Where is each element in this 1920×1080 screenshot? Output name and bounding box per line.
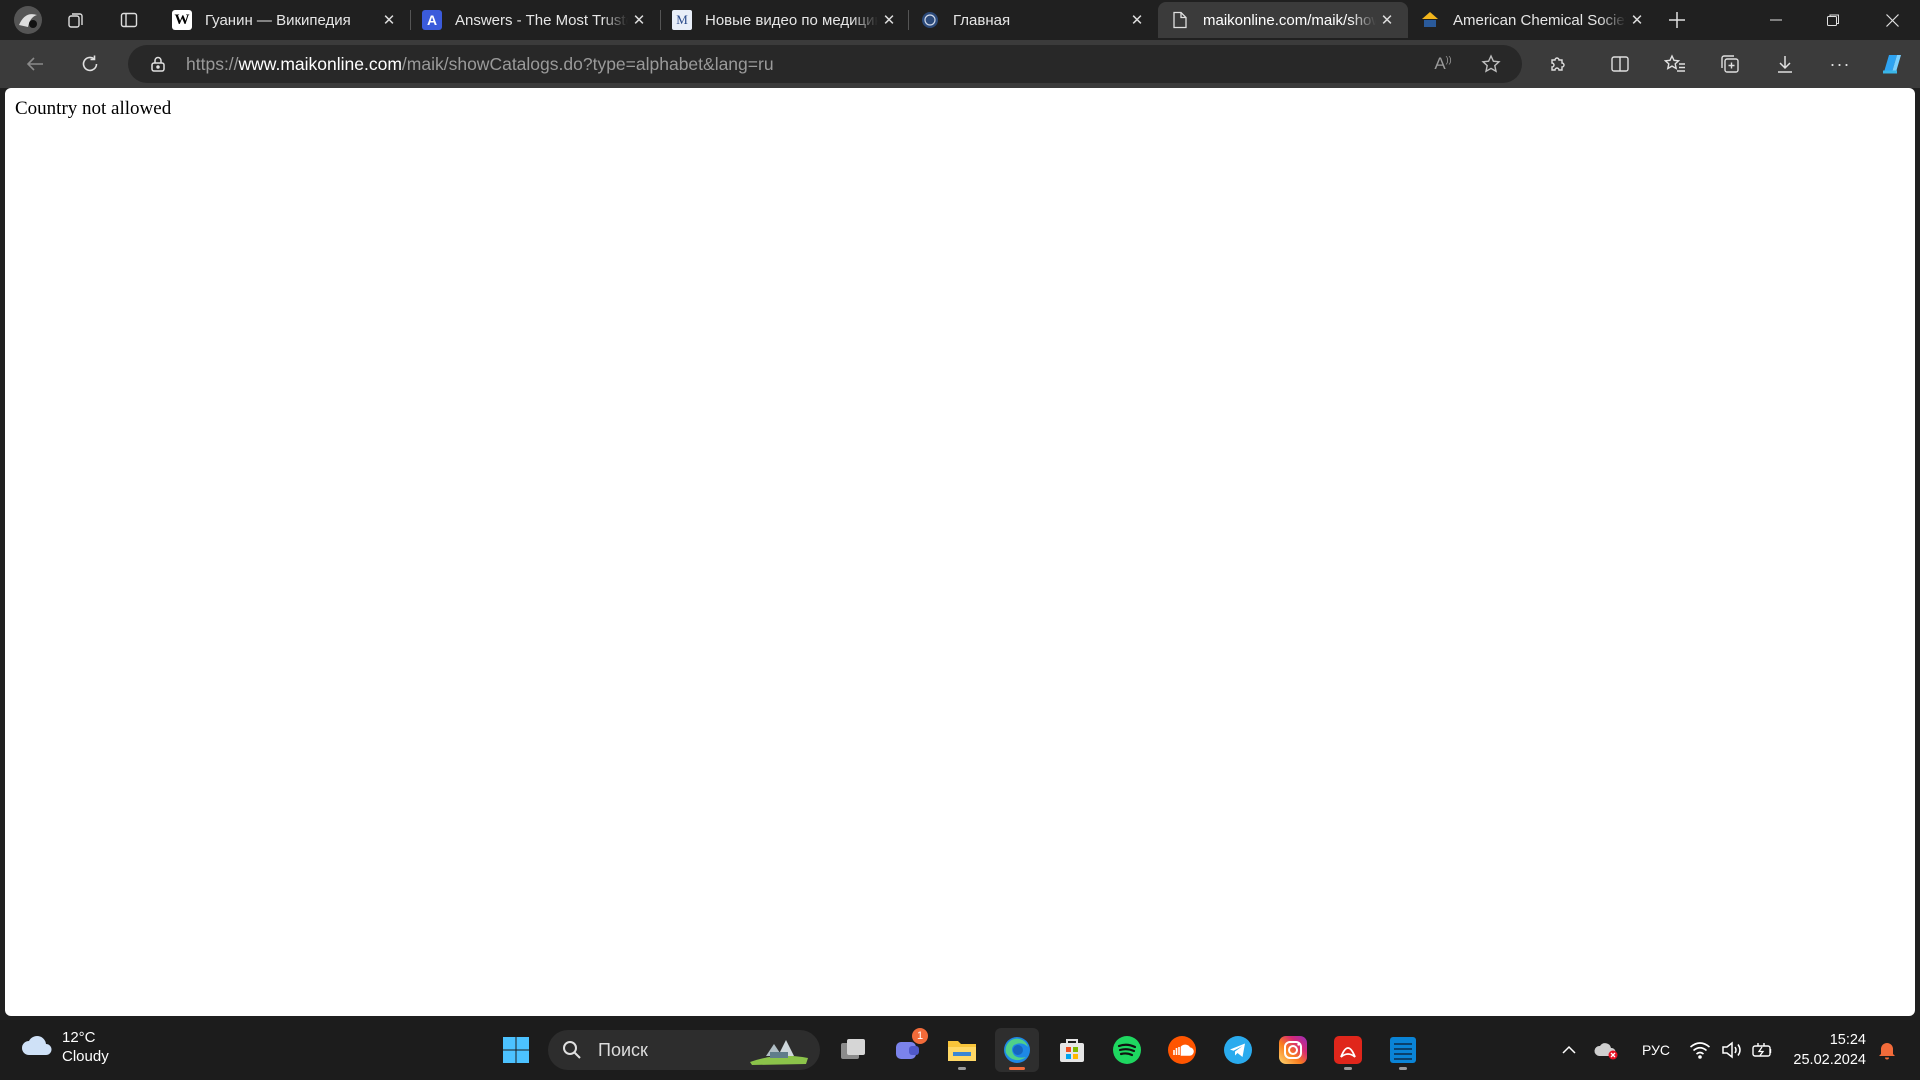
favorites-icon[interactable] xyxy=(1659,48,1691,80)
running-indicator xyxy=(1399,1067,1407,1070)
url-scheme: https:// xyxy=(186,53,239,74)
tab-answers[interactable]: A Answers - The Most Trusted ✕ xyxy=(410,2,660,38)
wikipedia-icon: W xyxy=(172,10,192,30)
tab-acs[interactable]: American Chemical Society ✕ xyxy=(1408,2,1658,38)
tab-title: American Chemical Society xyxy=(1453,11,1626,29)
back-button[interactable] xyxy=(19,48,51,80)
acs-icon xyxy=(1420,10,1440,30)
minimize-button[interactable] xyxy=(1748,0,1804,40)
clock-date: 25.02.2024 xyxy=(1793,1052,1866,1068)
acrobat-reader-app[interactable] xyxy=(1326,1028,1370,1072)
restore-button[interactable] xyxy=(1805,0,1861,40)
close-tab-icon[interactable]: ✕ xyxy=(1376,9,1398,31)
close-tab-icon[interactable]: ✕ xyxy=(378,9,400,31)
tab-title: Answers - The Most Trusted xyxy=(455,11,628,29)
url-host: www.maikonline.com xyxy=(238,53,402,74)
volume-icon[interactable] xyxy=(1719,1020,1745,1080)
page-viewport: Country not allowed xyxy=(5,88,1915,1016)
workspaces-icon[interactable] xyxy=(60,4,92,36)
wifi-icon[interactable] xyxy=(1687,1020,1713,1080)
running-indicator xyxy=(958,1067,966,1070)
site-logo-icon xyxy=(920,10,940,30)
more-menu-icon[interactable]: ··· xyxy=(1824,48,1856,80)
notification-badge: 1 xyxy=(912,1028,928,1044)
address-bar[interactable]: https://www.maikonline.com/maik/showCata… xyxy=(128,45,1522,83)
teams-chat-app[interactable]: 1 xyxy=(886,1028,930,1072)
tab-title: maikonline.com/maik/showCatalogs xyxy=(1203,11,1376,29)
page-icon xyxy=(1170,10,1190,30)
vertical-tabs-icon[interactable] xyxy=(113,4,145,36)
weather-widget[interactable]: 12°C Cloudy xyxy=(20,1028,109,1066)
task-view-button[interactable] xyxy=(831,1028,875,1072)
medpub-icon: M xyxy=(672,10,692,30)
browser-toolbar: https://www.maikonline.com/maik/showCata… xyxy=(0,40,1920,88)
tab-title: Гуанин — Википедия xyxy=(205,11,351,29)
windows-taskbar: 12°C Cloudy Поиск 1 РУС 15:24 25.02.2024 xyxy=(0,1020,1920,1080)
onedrive-error-icon[interactable] xyxy=(1592,1020,1622,1080)
cloud-icon xyxy=(20,1033,54,1062)
running-indicator xyxy=(1009,1067,1025,1070)
close-tab-icon[interactable]: ✕ xyxy=(628,9,650,31)
close-window-button[interactable] xyxy=(1864,0,1920,40)
favorite-star-icon[interactable] xyxy=(1475,48,1507,80)
tab-guanine-wikipedia[interactable]: W Гуанин — Википедия ✕ xyxy=(160,2,410,38)
weather-condition: Cloudy xyxy=(62,1048,109,1065)
extensions-icon[interactable] xyxy=(1542,48,1574,80)
lock-icon[interactable] xyxy=(144,50,172,78)
telegram-app[interactable] xyxy=(1216,1028,1260,1072)
start-button[interactable] xyxy=(494,1028,538,1072)
taskbar-app-blue[interactable] xyxy=(1381,1028,1425,1072)
url-text[interactable]: https://www.maikonline.com/maik/showCata… xyxy=(186,54,774,75)
refresh-button[interactable] xyxy=(74,48,106,80)
copilot-icon[interactable] xyxy=(1876,48,1908,80)
downloads-icon[interactable] xyxy=(1769,48,1801,80)
file-explorer-app[interactable] xyxy=(940,1028,984,1072)
notification-bell-icon[interactable] xyxy=(1872,1020,1902,1080)
read-aloud-icon[interactable]: A)) xyxy=(1427,48,1459,80)
tab-maikonline[interactable]: maikonline.com/maik/showCatalogs ✕ xyxy=(1158,2,1408,38)
close-tab-icon[interactable]: ✕ xyxy=(1626,9,1648,31)
system-clock[interactable]: 15:24 25.02.2024 xyxy=(1793,1030,1866,1070)
battery-charging-icon[interactable] xyxy=(1750,1020,1776,1080)
search-icon xyxy=(562,1038,586,1062)
running-indicator xyxy=(1344,1067,1352,1070)
tab-medical-videos[interactable]: M Новые видео по медицине ✕ xyxy=(660,2,910,38)
error-message: Country not allowed xyxy=(15,98,172,119)
edge-browser-app[interactable] xyxy=(995,1028,1039,1072)
split-screen-icon[interactable] xyxy=(1604,48,1636,80)
profile-avatar[interactable] xyxy=(12,4,44,36)
tab-title: Новые видео по медицине xyxy=(705,11,878,29)
new-tab-button[interactable] xyxy=(1661,4,1693,36)
weather-temperature: 12°C xyxy=(62,1029,96,1046)
soundcloud-app[interactable] xyxy=(1160,1028,1204,1072)
search-placeholder: Поиск xyxy=(598,1039,648,1060)
spotify-app[interactable] xyxy=(1105,1028,1149,1072)
clock-time: 15:24 xyxy=(1829,1032,1866,1048)
search-highlight-icon xyxy=(748,1034,810,1071)
show-hidden-icons-chevron-icon[interactable] xyxy=(1554,1020,1584,1080)
tab-main-page[interactable]: Главная ✕ xyxy=(908,2,1158,38)
collections-icon[interactable] xyxy=(1714,48,1746,80)
url-path: /maik/showCatalogs.do?type=alphabet&lang… xyxy=(401,53,774,74)
taskbar-search[interactable]: Поиск xyxy=(548,1030,820,1070)
answers-icon: A xyxy=(422,10,442,30)
microsoft-store-app[interactable] xyxy=(1050,1028,1094,1072)
instagram-app[interactable] xyxy=(1271,1028,1315,1072)
close-tab-icon[interactable]: ✕ xyxy=(878,9,900,31)
close-tab-icon[interactable]: ✕ xyxy=(1126,9,1148,31)
tab-title: Главная xyxy=(953,11,1011,29)
tab-strip: W Гуанин — Википедия ✕ A Answers - The M… xyxy=(0,0,1920,40)
language-indicator[interactable]: РУС xyxy=(1636,1020,1676,1080)
